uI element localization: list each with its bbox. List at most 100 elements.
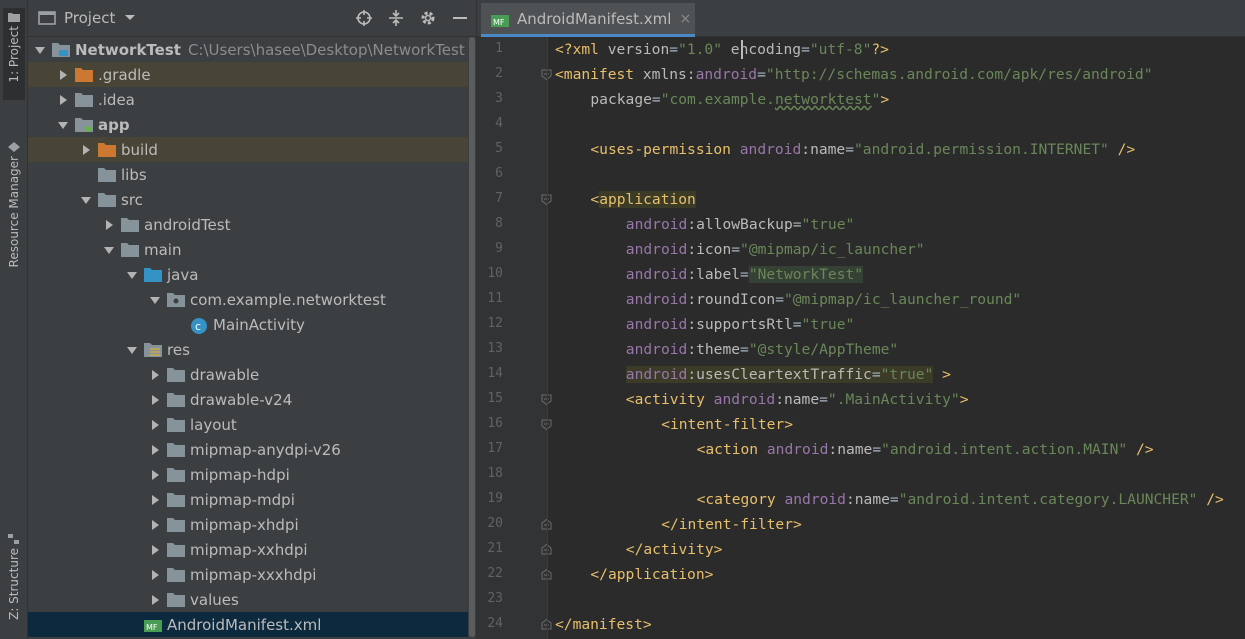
folder-icon xyxy=(167,392,185,407)
folder-icon xyxy=(121,242,139,257)
structure-tab[interactable]: Z: Structure xyxy=(3,530,25,630)
tab-androidmanifest[interactable]: MF AndroidManifest.xml × xyxy=(481,3,695,37)
tree-item-androidmanifest-xml[interactable]: MF AndroidManifest.xml xyxy=(28,612,468,637)
minimize-icon[interactable] xyxy=(450,8,470,28)
code-line: <activity android:name=".MainActivity"> xyxy=(625,391,969,408)
tree-item-idea[interactable]: .idea xyxy=(28,87,468,112)
line-number: 21 xyxy=(487,541,503,556)
tree-item-label: res xyxy=(167,340,190,359)
orange-folder-icon xyxy=(98,142,116,157)
chevron-down-icon[interactable] xyxy=(103,244,115,256)
line-number: 20 xyxy=(487,516,503,531)
chevron-right-icon[interactable] xyxy=(149,519,161,531)
project-tool-tab-label: 1: Project xyxy=(7,26,21,83)
tab-label: AndroidManifest.xml xyxy=(517,9,672,28)
project-tree: NetworkTest C:\Users\hasee\Desktop\Networ… xyxy=(28,37,468,637)
orange-folder-icon xyxy=(75,67,93,82)
code-line: <application xyxy=(590,191,696,208)
chevron-right-icon[interactable] xyxy=(149,544,161,556)
tree-item-mipmap-xxxhdpi[interactable]: mipmap-xxxhdpi xyxy=(28,562,468,587)
chevron-right-icon[interactable] xyxy=(149,569,161,581)
chevron-right-icon[interactable] xyxy=(149,394,161,406)
tree-item-networktest[interactable]: NetworkTest C:\Users\hasee\Desktop\Networ… xyxy=(28,37,468,62)
tree-item-gradle[interactable]: .gradle xyxy=(28,62,468,87)
chevron-right-icon[interactable] xyxy=(149,594,161,606)
code-line: package="com.example.networktest"> xyxy=(590,91,890,108)
line-number: 24 xyxy=(487,616,503,631)
line-number: 11 xyxy=(487,291,503,306)
tree-item-label: drawable-v24 xyxy=(190,390,293,409)
tree-item-label: androidTest xyxy=(144,215,231,234)
code-line: android:supportsRtl="true" xyxy=(625,316,855,333)
resource-manager-tab[interactable]: Resource Manager xyxy=(3,138,25,278)
line-number: 16 xyxy=(487,416,503,431)
tree-item-label: MainActivity xyxy=(213,315,305,334)
structure-icon xyxy=(8,534,19,544)
tree-item-label: src xyxy=(121,190,143,209)
project-tool-tab[interactable]: 1: Project xyxy=(3,8,25,100)
line-number: 13 xyxy=(487,341,503,356)
tree-item-main[interactable]: main xyxy=(28,237,468,262)
folder-icon xyxy=(167,567,185,582)
svg-text:MF: MF xyxy=(146,623,158,632)
chevron-right-icon[interactable] xyxy=(57,94,69,106)
code-line: android:theme="@style/AppTheme" xyxy=(625,341,899,358)
chevron-down-icon[interactable] xyxy=(123,13,137,23)
module-folder-icon xyxy=(52,42,70,57)
chevron-right-icon[interactable] xyxy=(149,369,161,381)
tree-item-drawable-v24[interactable]: drawable-v24 xyxy=(28,387,468,412)
tree-item-androidtest[interactable]: androidTest xyxy=(28,212,468,237)
chevron-right-icon[interactable] xyxy=(149,469,161,481)
line-number: 1 xyxy=(495,41,503,56)
line-number: 23 xyxy=(487,591,503,606)
tree-item-mipmap-anydpi-v26[interactable]: mipmap-anydpi-v26 xyxy=(28,437,468,462)
tree-item-label: mipmap-xxhdpi xyxy=(190,540,308,559)
tree-item-src[interactable]: src xyxy=(28,187,468,212)
tree-item-libs[interactable]: libs xyxy=(28,162,468,187)
tree-item-values[interactable]: values xyxy=(28,587,468,612)
tree-item-java[interactable]: java xyxy=(28,262,468,287)
line-number: 17 xyxy=(487,441,503,456)
project-scrollbar[interactable] xyxy=(468,37,476,639)
project-view-selector[interactable]: Project xyxy=(64,9,115,27)
project-window-icon xyxy=(38,11,56,25)
tree-item-mipmap-hdpi[interactable]: mipmap-hdpi xyxy=(28,462,468,487)
tree-item-label: layout xyxy=(190,415,237,434)
collapse-all-icon[interactable] xyxy=(386,8,406,28)
chevron-right-icon[interactable] xyxy=(57,69,69,81)
tree-item-mipmap-xhdpi[interactable]: mipmap-xhdpi xyxy=(28,512,468,537)
tree-item-mipmap-mdpi[interactable]: mipmap-mdpi xyxy=(28,487,468,512)
tree-item-com-example-networktest[interactable]: com.example.networktest xyxy=(28,287,468,312)
line-number: 3 xyxy=(495,91,503,106)
chevron-down-icon[interactable] xyxy=(126,269,138,281)
chevron-right-icon[interactable] xyxy=(103,219,115,231)
code-editor: MF AndroidManifest.xml × 1 2 3 4 5 6 7 8 9 10 11 12… xyxy=(476,0,1245,639)
tree-item-app[interactable]: app xyxy=(28,112,468,137)
project-path: C:\Users\hasee\Desktop\NetworkTest xyxy=(187,40,465,59)
chevron-right-icon[interactable] xyxy=(149,444,161,456)
chevron-right-icon[interactable] xyxy=(80,144,92,156)
tree-item-res[interactable]: res xyxy=(28,337,468,362)
chevron-down-icon[interactable] xyxy=(34,44,46,56)
chevron-down-icon[interactable] xyxy=(126,344,138,356)
tree-item-layout[interactable]: layout xyxy=(28,412,468,437)
folder-icon xyxy=(167,517,185,532)
tree-item-label: java xyxy=(167,265,199,284)
line-number-gutter: 1 2 3 4 5 6 7 8 9 10 11 12 13 14 15 16 17 18 19 20 21 22 23 24 xyxy=(477,37,552,639)
tree-item-mipmap-xxhdpi[interactable]: mipmap-xxhdpi xyxy=(28,537,468,562)
chevron-down-icon[interactable] xyxy=(57,119,69,131)
tree-item-drawable[interactable]: drawable xyxy=(28,362,468,387)
chevron-down-icon[interactable] xyxy=(80,194,92,206)
tree-item-build[interactable]: build xyxy=(28,137,468,162)
tree-item-label: main xyxy=(144,240,182,259)
chevron-right-icon[interactable] xyxy=(149,494,161,506)
chevron-down-icon[interactable] xyxy=(149,294,161,306)
chevron-right-icon[interactable] xyxy=(149,419,161,431)
folder-icon xyxy=(167,492,185,507)
gear-icon[interactable] xyxy=(418,8,438,28)
scrollbar-thumb[interactable] xyxy=(469,37,475,637)
tree-item-label: values xyxy=(190,590,239,609)
target-icon[interactable] xyxy=(354,8,374,28)
close-icon[interactable]: × xyxy=(679,11,691,27)
tree-item-mainactivity[interactable]: c MainActivity xyxy=(28,312,468,337)
